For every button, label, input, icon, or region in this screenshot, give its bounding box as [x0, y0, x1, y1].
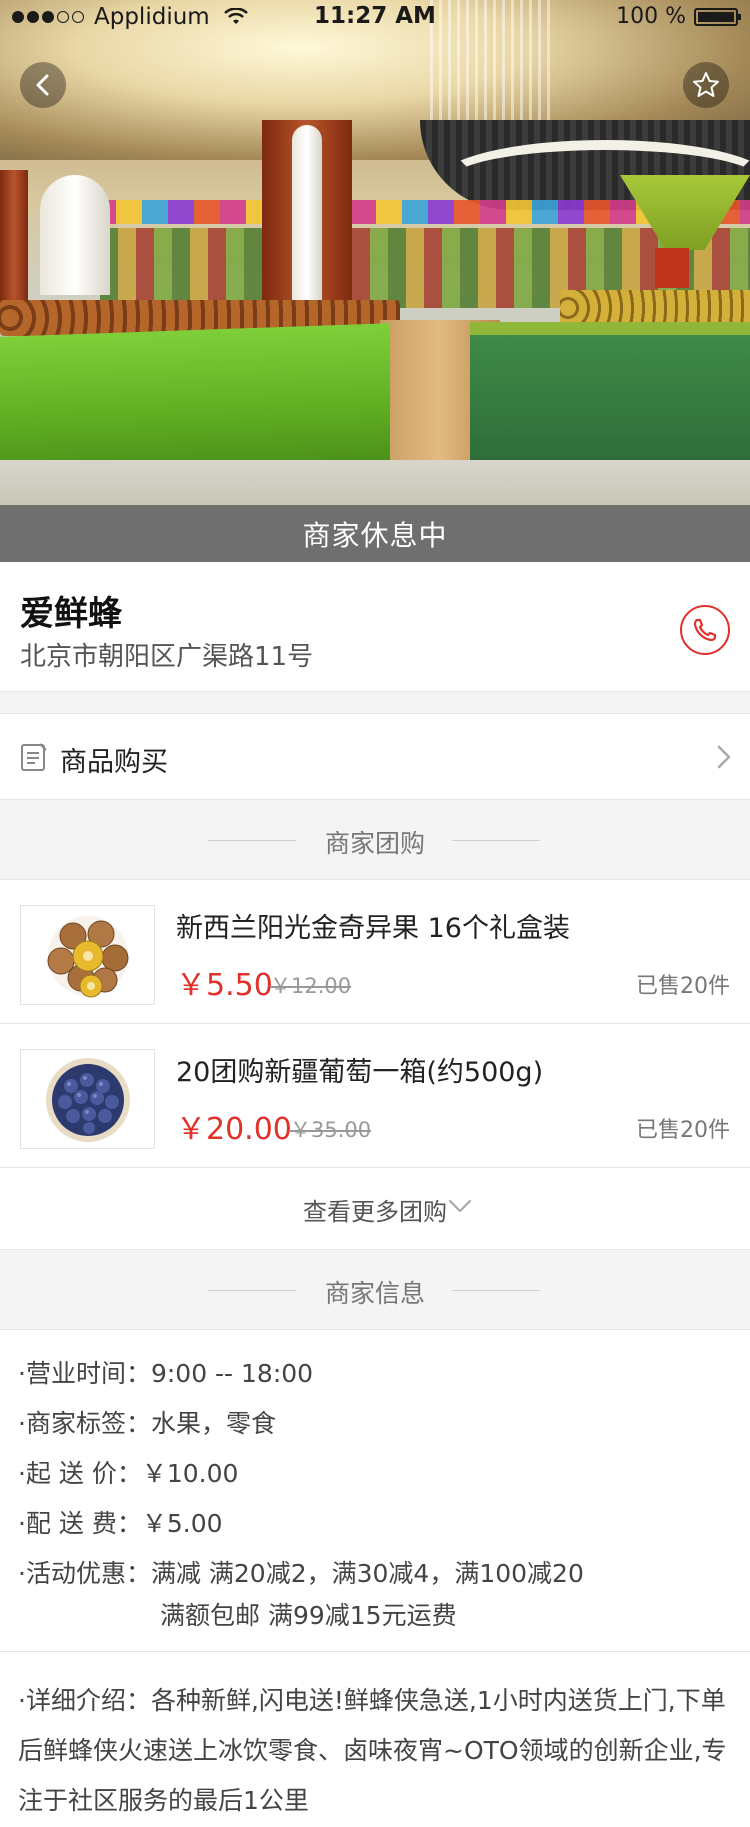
- chevron-right-icon: [717, 745, 731, 769]
- back-button[interactable]: [20, 62, 66, 108]
- favorite-button[interactable]: [683, 62, 729, 108]
- shop-tags-row: ·商家标签：水果，零食: [18, 1404, 276, 1440]
- call-button[interactable]: [680, 605, 730, 655]
- deal-sold-count: 已售20件: [636, 1118, 730, 1143]
- deal-title: 20团购新疆葡萄一箱(约500g): [176, 1057, 544, 1088]
- shop-closed-banner: 商家休息中: [0, 505, 750, 562]
- status-bar: Applidium 11:27 AM 100 %: [0, 0, 750, 34]
- hero-banner: Applidium 11:27 AM 100 % 商家休息中: [0, 0, 750, 562]
- deal-original-price: ￥35.00: [290, 1118, 372, 1142]
- product-purchase-row[interactable]: 商品购买: [0, 714, 750, 800]
- info-value: ￥10.00: [141, 1459, 239, 1488]
- shop-description: ·详细介绍：各种新鲜,闪电送!鲜蜂侠急送,1小时内送货上门,下单后鲜蜂侠火速送上…: [0, 1652, 750, 1827]
- shop-header: 爱鲜蜂 北京市朝阳区广渠路11号: [0, 562, 750, 692]
- info-value: 满减 满20减2，满30减4，满100减20: [150, 1559, 584, 1588]
- info-value: 9:00 -- 18:00: [150, 1359, 314, 1388]
- chevron-left-icon: [36, 74, 49, 96]
- info-value: 水果，零食: [150, 1409, 276, 1438]
- info-value: ￥5.00: [141, 1509, 223, 1538]
- list-icon: [21, 743, 47, 771]
- phone-icon: [693, 618, 717, 642]
- store-photo: [0, 0, 750, 505]
- deal-price: ￥5.50: [176, 968, 273, 1003]
- minimum-order-row: ·起 送 价：￥10.00: [18, 1454, 238, 1490]
- product-purchase-label: 商品购买: [60, 747, 168, 778]
- view-more-label: 查看更多团购: [303, 1198, 447, 1226]
- battery-icon: [694, 7, 741, 26]
- deal-price: ￥20.00: [176, 1112, 292, 1147]
- deal-item[interactable]: 新西兰阳光金奇异果 16个礼盒装 ￥5.50 ￥12.00 已售20件: [0, 880, 750, 1024]
- deal-original-price: ￥12.00: [270, 974, 352, 998]
- info-key: ·起 送 价：: [18, 1459, 142, 1488]
- promotions-continued: 满额包邮 满99减15元运费: [160, 1601, 457, 1630]
- info-key: ·活动优惠：: [18, 1559, 151, 1588]
- info-key: ·营业时间：: [18, 1359, 151, 1388]
- star-icon: [693, 72, 719, 97]
- promotions-row: ·活动优惠：满减 满20减2，满30减4，满100减20: [18, 1554, 584, 1590]
- section-spacer: [0, 692, 750, 714]
- blueberry-product-image: [20, 1049, 155, 1149]
- delivery-fee-row: ·配 送 费：￥5.00: [18, 1504, 223, 1540]
- deal-title: 新西兰阳光金奇异果 16个礼盒装: [176, 913, 570, 944]
- shop-info-panel: ·营业时间：9:00 -- 18:00 ·商家标签：水果，零食 ·起 送 价：￥…: [0, 1330, 750, 1652]
- group-buy-section-header: 商家团购: [0, 800, 750, 880]
- business-hours-row: ·营业时间：9:00 -- 18:00: [18, 1354, 313, 1390]
- deal-item[interactable]: 20团购新疆葡萄一箱(约500g) ￥20.00 ￥35.00 已售20件: [0, 1024, 750, 1168]
- kiwi-product-image: [20, 905, 155, 1005]
- section-title: 商家团购: [324, 829, 425, 858]
- section-title: 商家信息: [324, 1279, 425, 1308]
- shop-address: 北京市朝阳区广渠路11号: [20, 642, 314, 672]
- shop-info-section-header: 商家信息: [0, 1250, 750, 1330]
- description-text: ·详细介绍：各种新鲜,闪电送!鲜蜂侠急送,1小时内送货上门,下单后鲜蜂侠火速送上…: [18, 1686, 727, 1815]
- battery-percent: 100 %: [616, 4, 686, 29]
- deal-sold-count: 已售20件: [636, 974, 730, 999]
- chevron-down-icon: [448, 1199, 472, 1213]
- info-key: ·商家标签：: [18, 1409, 151, 1438]
- info-key: ·配 送 费：: [18, 1509, 142, 1538]
- shop-name: 爱鲜蜂: [20, 594, 122, 634]
- view-more-deals-button[interactable]: 查看更多团购: [0, 1168, 750, 1250]
